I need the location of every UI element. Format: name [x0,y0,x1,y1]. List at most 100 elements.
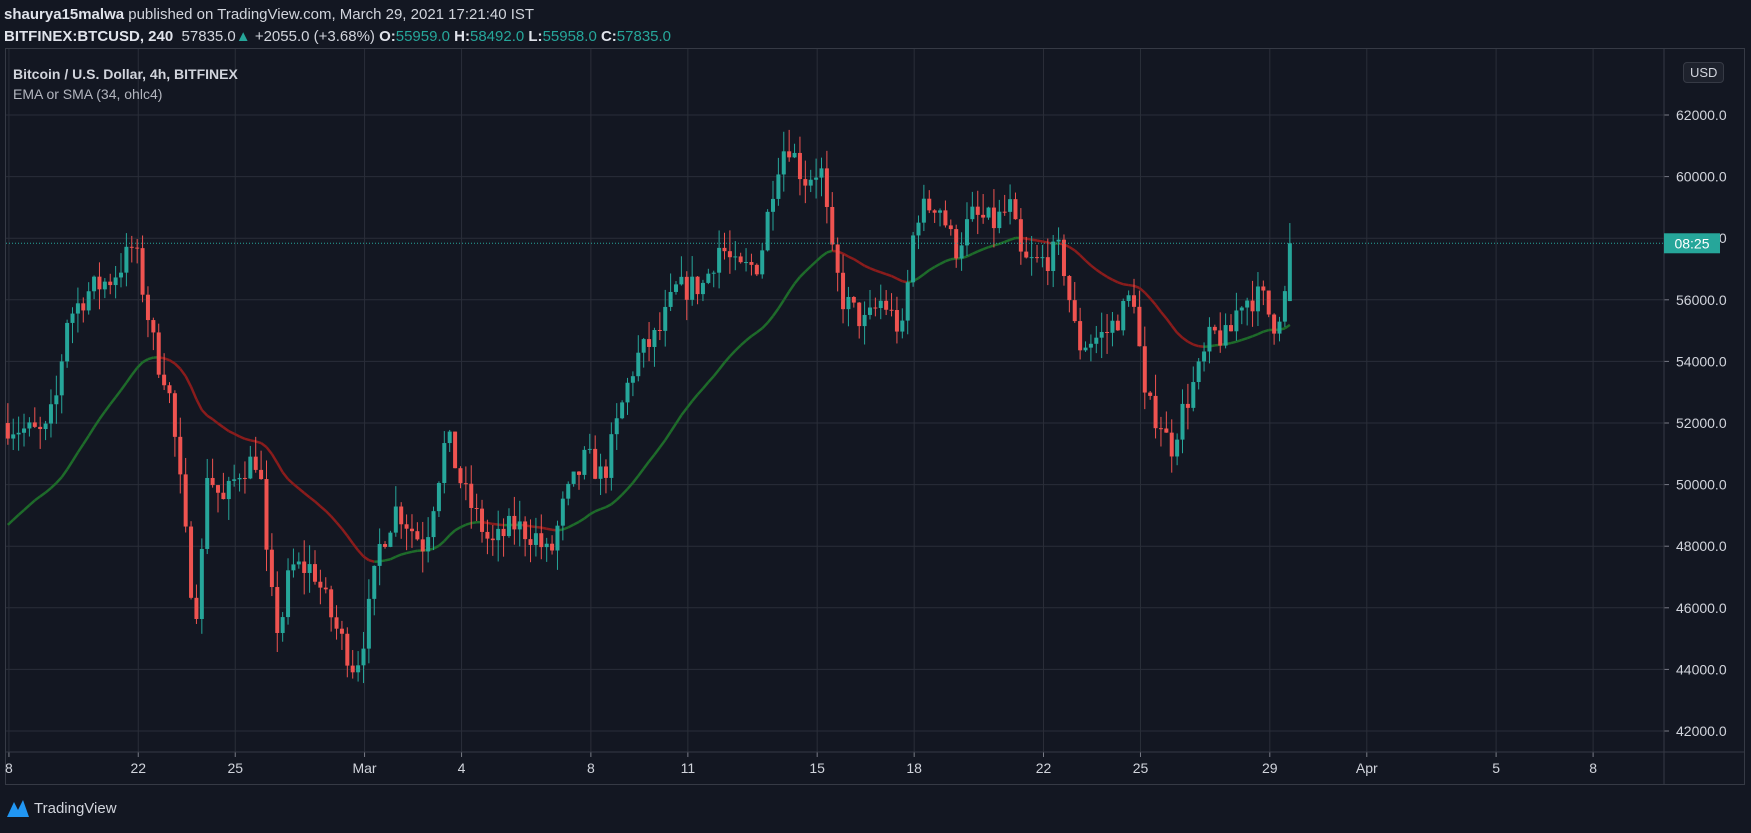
candle-body [1115,320,1120,331]
candle-body [533,533,538,545]
candle [770,180,775,231]
candle-body [523,521,528,540]
candle [1121,298,1126,336]
ma-line-segment [874,269,882,274]
ma-line-segment [1090,264,1098,271]
candle [733,241,738,271]
candle-body [636,352,641,377]
candle-body [329,589,334,618]
candle [544,537,549,562]
candle [447,429,452,452]
ma-line-segment [615,493,623,501]
ma-line-segment [189,386,198,400]
candle-body [1218,330,1223,346]
ma-line-segment [244,437,251,442]
candle-body [674,284,679,292]
candle [1045,238,1050,286]
candle-body [517,521,522,530]
candle [242,461,247,494]
candle [598,453,603,496]
ma-line-segment [847,255,855,261]
x-tick-label: 11 [681,760,696,776]
candle [404,514,409,551]
candle [16,416,21,451]
candle [1002,194,1007,216]
ma-line-segment [637,467,645,477]
candle-body [345,633,350,666]
ma-line-segment [50,482,58,489]
ma-line-segment [330,515,338,524]
ma-line-segment [1117,281,1124,286]
candle [921,184,926,232]
candle [533,517,538,557]
candle-body [560,498,565,526]
ma-line-segment [669,422,678,433]
candle [1250,280,1255,327]
indicator-legend[interactable]: EMA or SMA (34, ohlc4) [13,86,162,102]
candle-body [124,246,129,273]
candle-body [744,262,749,264]
ma-line-segment [1009,236,1016,241]
candle [889,293,894,317]
candle [1067,275,1072,313]
candle [663,289,668,347]
ma-line-segment [1068,245,1076,252]
candle [867,289,872,320]
ma-line-segment [674,414,683,425]
candle [1094,325,1099,354]
candle-body [97,276,102,290]
candle [442,431,447,494]
candle-body [1013,199,1018,220]
currency-button[interactable]: USD [1683,62,1725,83]
candle-body [663,306,668,331]
x-tick-label: Apr [1356,760,1378,776]
candle [194,584,199,624]
ma-line-segment [1084,259,1092,267]
candle-body [48,404,53,424]
candle-body [1148,392,1153,396]
candle-body [1008,199,1013,212]
candle [873,297,878,317]
candle [738,252,743,264]
candle [1261,280,1266,306]
candle [819,157,824,197]
ma-line-segment [82,435,90,445]
candle [668,273,673,312]
candle-body [458,468,463,484]
candle-body [878,300,883,309]
candle-body [490,538,495,541]
candle-body [1110,320,1115,333]
candle-body [135,247,140,249]
candle [1277,316,1282,342]
candle [469,465,474,529]
candle-body [506,515,511,537]
ma-line-segment [1230,340,1237,345]
candle-body [932,210,937,213]
ma-line-segment [109,396,117,406]
candle-body [1056,239,1061,242]
ma-line-segment [184,375,193,388]
candle-body [1287,243,1292,302]
candle-body [630,376,635,383]
price-chart[interactable]: 42000.0 44000.0 46000.0 48000.0 50000.0 52000… [0,0,1751,833]
candle-body [862,314,867,327]
candle-body [119,272,124,278]
tradingview-footer[interactable]: TradingView [6,798,117,818]
candle [803,160,808,204]
candle-body [1196,361,1201,383]
ma-line-segment [1095,268,1103,275]
candle-body [722,247,727,252]
candle-body [1142,346,1147,393]
ma-line-segment [351,542,360,552]
candle-body [679,276,684,285]
ma-line-segment [1026,237,1032,241]
candle-body [291,564,296,571]
ma-line-segment [98,410,106,420]
candle [226,476,231,520]
candle-body [841,272,846,310]
candle-body [781,151,786,175]
candle [286,558,291,625]
candle-body [38,426,43,430]
candle-body [151,320,156,333]
ma-line-segment [298,487,306,494]
